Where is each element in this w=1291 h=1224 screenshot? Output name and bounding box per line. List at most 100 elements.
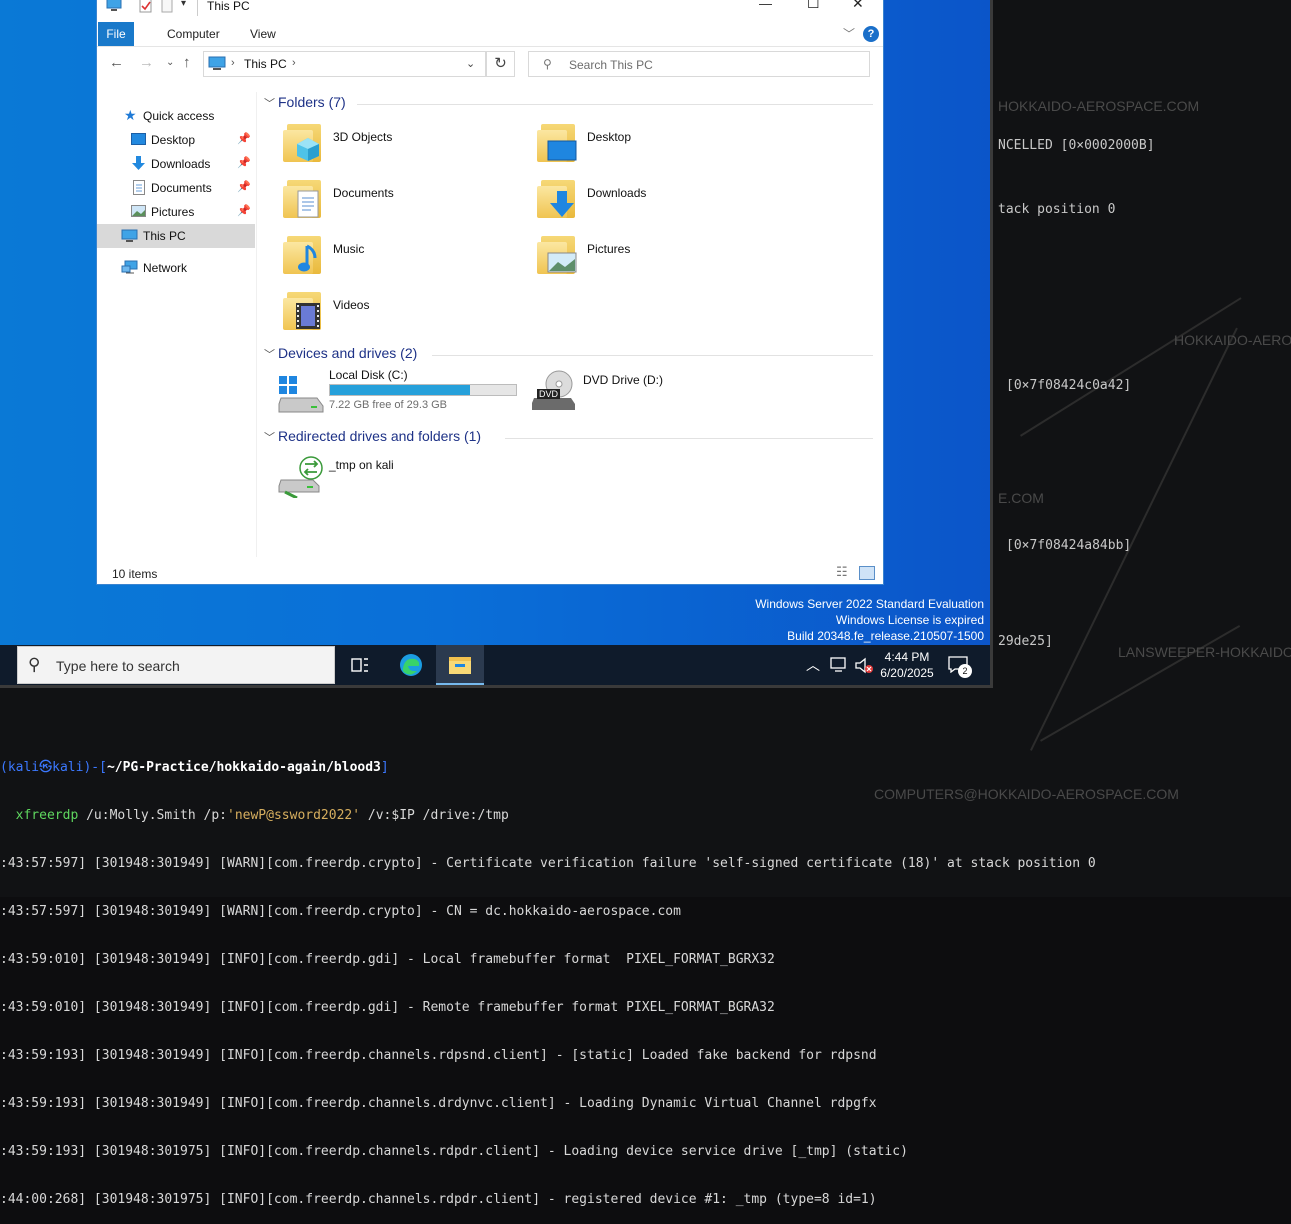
help-icon[interactable]: ? bbox=[863, 26, 879, 42]
folder-music[interactable]: Music bbox=[281, 232, 521, 284]
taskbar-search-input[interactable]: Type here to search bbox=[56, 658, 180, 674]
desktop-folder-icon bbox=[535, 120, 579, 164]
breadcrumb-this-pc[interactable]: This PC bbox=[244, 57, 287, 71]
terminal-line: [0×7f08424c0a42] bbox=[1006, 378, 1132, 393]
terminal-line: :43:57:597] [301948:301949] [WARN][com.f… bbox=[0, 904, 681, 919]
collapse-chevron-icon: ﹀ bbox=[264, 349, 275, 361]
folder-desktop[interactable]: Desktop bbox=[535, 120, 775, 172]
navigation-pane: ★ Quick access Desktop 📌 Downloads 📌 Doc… bbox=[97, 92, 255, 562]
taskbar-search-box[interactable]: ⚲ Type here to search bbox=[17, 646, 335, 684]
nav-documents[interactable]: Documents 📌 bbox=[97, 176, 255, 200]
network-status-icon[interactable] bbox=[830, 657, 848, 673]
title-bar: ▾ This PC — ☐ ✕ bbox=[97, 0, 883, 22]
notification-count-badge: 2 bbox=[958, 664, 972, 678]
folder-documents[interactable]: Documents bbox=[281, 176, 521, 228]
search-box[interactable]: ⚲ Search This PC bbox=[528, 51, 870, 77]
videos-folder-icon bbox=[281, 288, 325, 332]
folder-3d-objects[interactable]: 3D Objects bbox=[281, 120, 521, 172]
nav-network[interactable]: Network bbox=[97, 256, 255, 280]
nav-quick-access[interactable]: ★ Quick access bbox=[97, 104, 255, 128]
download-arrow-icon bbox=[132, 156, 145, 170]
up-button[interactable]: ↑ bbox=[183, 54, 191, 71]
graph-node-label: HOKKAIDO-AEROS bbox=[1174, 332, 1291, 348]
forward-button[interactable]: → bbox=[139, 54, 154, 71]
section-divider bbox=[505, 438, 873, 439]
show-hidden-icons-chevron-icon[interactable]: ︿ bbox=[806, 655, 820, 675]
new-folder-icon[interactable] bbox=[161, 0, 173, 13]
tile-label: 3D Objects bbox=[333, 130, 393, 144]
search-icon: ⚲ bbox=[28, 655, 41, 674]
redirected-drive-tmp[interactable]: _tmp on kali bbox=[277, 454, 517, 506]
nav-label: Downloads bbox=[151, 157, 211, 171]
search-input[interactable]: Search This PC bbox=[569, 58, 653, 72]
status-bar: 10 items ☷ bbox=[97, 562, 883, 584]
quick-access-toolbar-dropdown-icon[interactable]: ▾ bbox=[181, 0, 186, 9]
section-redirected-header[interactable]: ﹀ Redirected drives and folders (1) bbox=[264, 428, 481, 445]
close-button[interactable]: ✕ bbox=[852, 0, 864, 12]
folder-pictures[interactable]: Pictures bbox=[535, 232, 775, 284]
drive-dvd-d[interactable]: DVD DVD Drive (D:) bbox=[531, 370, 771, 422]
properties-icon[interactable] bbox=[139, 0, 153, 13]
nav-pictures[interactable]: Pictures 📌 bbox=[97, 200, 255, 224]
search-icon: ⚲ bbox=[543, 57, 552, 71]
tab-file[interactable]: File bbox=[98, 22, 134, 46]
terminal-line: :43:57:597] [301948:301949] [WARN][com.f… bbox=[0, 856, 1096, 871]
minimize-button[interactable]: — bbox=[759, 0, 772, 11]
large-icons-view-icon[interactable] bbox=[859, 566, 875, 580]
tile-label: Documents bbox=[333, 186, 394, 200]
collapse-chevron-icon: ﹀ bbox=[264, 432, 275, 444]
pictures-icon bbox=[131, 205, 146, 217]
maximize-button[interactable]: ☐ bbox=[807, 0, 820, 12]
graph-edge bbox=[1040, 625, 1241, 742]
notifications-button[interactable]: 2 bbox=[948, 655, 972, 678]
watermark-line: Windows License is expired bbox=[835, 613, 984, 627]
nav-label: This PC bbox=[143, 229, 186, 243]
graph-node-label: HOKKAIDO-AEROSPACE.COM bbox=[998, 98, 1200, 114]
terminal-line: :43:59:010] [301948:301949] [INFO][com.f… bbox=[0, 1000, 775, 1015]
drive-local-c[interactable]: Local Disk (C:) 7.22 GB free of 29.3 GB bbox=[277, 368, 537, 420]
title-separator bbox=[197, 0, 198, 16]
tile-label: Downloads bbox=[587, 186, 647, 200]
breadcrumb-chevron-icon[interactable]: › bbox=[292, 57, 296, 69]
ribbon-expand-icon[interactable]: ﹀ bbox=[843, 25, 855, 42]
pin-icon[interactable]: 📌 bbox=[237, 156, 251, 169]
task-view-button[interactable] bbox=[336, 645, 384, 685]
details-view-icon[interactable]: ☷ bbox=[836, 564, 848, 580]
music-folder-icon bbox=[281, 232, 325, 276]
pin-icon[interactable]: 📌 bbox=[237, 204, 251, 217]
tile-label: _tmp on kali bbox=[329, 458, 394, 472]
recent-locations-icon[interactable]: ⌄ bbox=[166, 57, 174, 68]
tab-view[interactable]: View bbox=[240, 22, 286, 46]
pin-icon[interactable]: 📌 bbox=[237, 180, 251, 193]
pin-icon[interactable]: 📌 bbox=[237, 132, 251, 145]
terminal-command: xfreerdp /u:Molly.Smith /p:'newP@ssword2… bbox=[15, 808, 509, 823]
edge-taskbar-button[interactable] bbox=[387, 645, 435, 685]
nav-desktop[interactable]: Desktop 📌 bbox=[97, 128, 255, 152]
back-button[interactable]: ← bbox=[109, 54, 124, 71]
nav-this-pc[interactable]: This PC bbox=[97, 224, 255, 248]
volume-muted-icon[interactable] bbox=[854, 657, 874, 675]
taskbar-clock[interactable]: 4:44 PM 6/20/2025 bbox=[872, 649, 942, 681]
tile-label: Music bbox=[333, 242, 365, 256]
disk-free-text: 7.22 GB free of 29.3 GB bbox=[329, 399, 448, 411]
terminal-prompt: (kali㉿kali)-[~/PG-Practice/hokkaido-agai… bbox=[0, 760, 389, 775]
address-bar[interactable]: › This PC › ⌄ bbox=[203, 51, 486, 77]
section-title: Redirected drives and folders (1) bbox=[278, 428, 482, 444]
downloads-folder-icon bbox=[535, 176, 579, 220]
tile-label: Desktop bbox=[587, 130, 632, 144]
tile-label: Pictures bbox=[587, 242, 631, 256]
folder-downloads[interactable]: Downloads bbox=[535, 176, 775, 228]
refresh-button[interactable]: ↻ bbox=[486, 51, 515, 77]
terminal-line: tack position 0 bbox=[998, 202, 1116, 217]
graph-node-label: E.COM bbox=[998, 490, 1044, 506]
nav-label: Pictures bbox=[151, 205, 195, 219]
section-folders-header[interactable]: ﹀ Folders (7) bbox=[264, 94, 346, 111]
section-divider bbox=[432, 355, 873, 356]
file-explorer-taskbar-button[interactable] bbox=[436, 645, 484, 685]
folder-videos[interactable]: Videos bbox=[281, 288, 521, 340]
address-dropdown-icon[interactable]: ⌄ bbox=[466, 57, 475, 70]
nav-downloads[interactable]: Downloads 📌 bbox=[97, 152, 255, 176]
section-devices-header[interactable]: ﹀ Devices and drives (2) bbox=[264, 345, 417, 362]
section-title: Folders (7) bbox=[278, 94, 346, 110]
tab-computer[interactable]: Computer bbox=[157, 22, 230, 46]
